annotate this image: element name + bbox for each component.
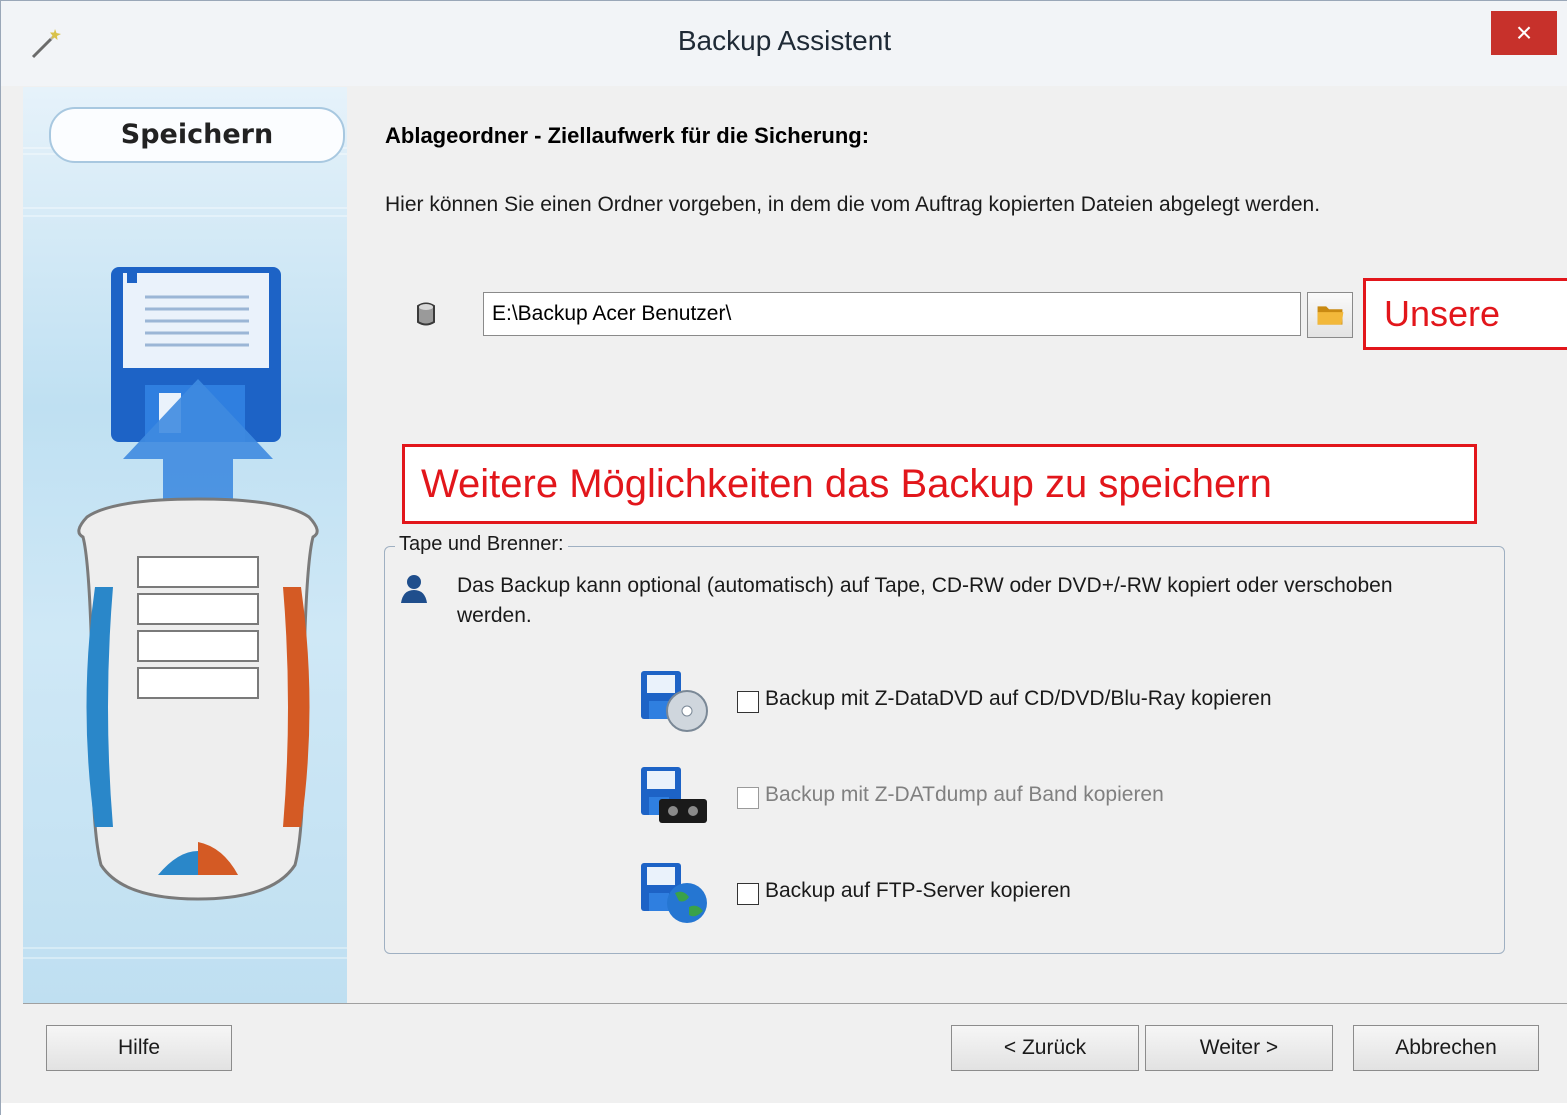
checkbox-tape[interactable] (737, 787, 759, 809)
footer-separator (23, 1003, 1567, 1004)
disk-globe-icon (641, 863, 707, 923)
option-row-tape: Backup mit Z-DATdump auf Band kopieren (639, 767, 1439, 829)
option-label-ftp: Backup auf FTP-Server kopieren (765, 879, 1071, 902)
next-button[interactable]: Weiter > (1145, 1025, 1333, 1071)
option-row-dvd: Backup mit Z-DataDVD auf CD/DVD/Blu-Ray … (639, 671, 1439, 733)
drive-icon (417, 302, 435, 326)
window-bottom-edge (1, 1103, 1567, 1116)
side-panel: Speichern (23, 87, 347, 1003)
option-label-dvd: Backup mit Z-DataDVD auf CD/DVD/Blu-Ray … (765, 687, 1272, 710)
section-description: Hier können Sie einen Ordner vorgeben, i… (385, 193, 1321, 216)
backup-assistant-window: Backup Assistent × Speichern Ablageordne… (0, 0, 1567, 1116)
disk-cd-icon (641, 671, 708, 732)
back-button[interactable]: < Zurück (951, 1025, 1139, 1071)
section-heading: Ablageordner - Ziellaufwerk für die Sich… (385, 123, 870, 148)
help-button[interactable]: Hilfe (46, 1025, 232, 1071)
checkbox-ftp[interactable] (737, 883, 759, 905)
floppy-illustration (77, 267, 319, 901)
annotation-callout-right: Unsere (1363, 278, 1567, 350)
option-row-ftp: Backup auf FTP-Server kopieren (639, 863, 1439, 925)
window-title: Backup Assistent (677, 25, 892, 56)
target-folder-input[interactable] (483, 292, 1301, 336)
disk-tape-icon (641, 767, 707, 823)
user-icon (401, 575, 427, 603)
groupbox-legend: Tape und Brenner: (395, 533, 568, 556)
option-label-tape: Backup mit Z-DATdump auf Band kopieren (765, 783, 1164, 806)
cancel-button[interactable]: Abbrechen (1353, 1025, 1539, 1071)
browse-folder-button[interactable] (1307, 292, 1353, 338)
folder-icon (1317, 306, 1344, 325)
step-tab-speichern: Speichern (49, 107, 345, 163)
checkbox-dvd[interactable] (737, 691, 759, 713)
annotation-callout-main: Weitere Möglichkeiten das Backup zu spei… (402, 444, 1477, 524)
title-bar: Backup Assistent × (1, 1, 1567, 86)
close-button[interactable]: × (1491, 11, 1557, 55)
groupbox-description: Das Backup kann optional (automatisch) a… (457, 574, 1393, 627)
